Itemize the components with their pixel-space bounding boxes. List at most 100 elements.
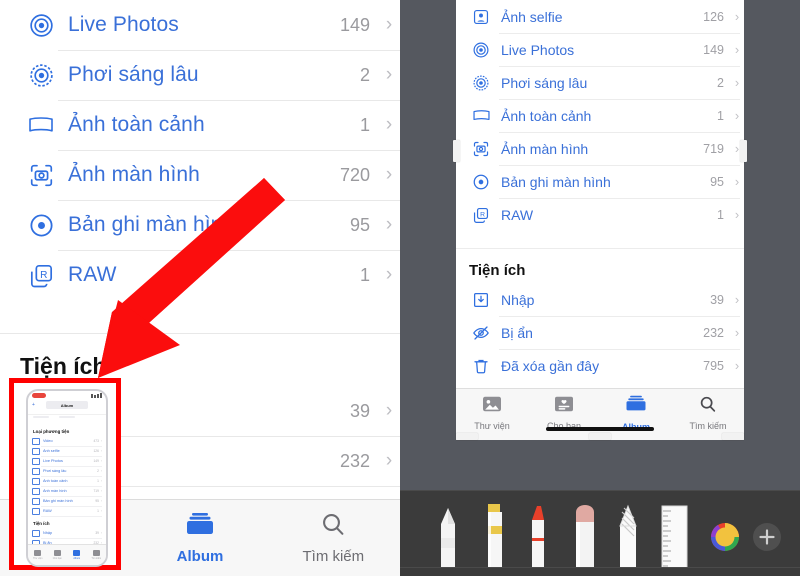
ruler-tool[interactable] — [661, 505, 688, 568]
tab-albums[interactable]: Album — [133, 511, 266, 565]
live-photos-icon — [470, 41, 492, 59]
album-row-raw[interactable]: R RAW 1 › — [0, 250, 400, 300]
markup-tools-row — [441, 504, 781, 568]
chevron-right-icon: › — [385, 14, 393, 35]
album-label: RAW — [501, 206, 534, 223]
tab-for-you[interactable]: Cho bạn — [528, 395, 600, 431]
crop-handle-bottom-center[interactable] — [589, 433, 611, 440]
import-icon — [470, 291, 492, 309]
album-row-import[interactable]: Nhập 39 › — [456, 283, 744, 316]
inset-list-item[interactable]: Ảnh selfie 126 › — [28, 446, 106, 456]
inset-label: Phơi sáng lâu — [43, 469, 67, 473]
album-row-selfies[interactable]: Ảnh selfie 126 › — [456, 0, 744, 33]
album-row-screen-recordings[interactable]: Bản ghi màn hình 95 › — [0, 200, 400, 250]
album-row-panorama[interactable]: Ảnh toàn cảnh 1 › — [456, 99, 744, 132]
inset-label: Nhập — [43, 531, 53, 535]
album-count: 795 — [703, 358, 724, 373]
color-wheel-button[interactable] — [711, 523, 739, 551]
inset-tab-for-you[interactable]: Cho bạn — [48, 550, 68, 560]
album-row-raw[interactable]: R RAW 1 › — [456, 198, 744, 231]
inset-label: Video — [43, 439, 53, 443]
chevron-right-icon: › — [100, 479, 102, 483]
add-tool-button[interactable] — [753, 523, 781, 551]
tab-search[interactable]: Tìm kiếm — [672, 395, 744, 431]
pen-tool[interactable] — [441, 508, 455, 568]
markup-tool-tray — [400, 490, 800, 576]
album-row-panorama[interactable]: Ảnh toàn cảnh 1 › — [0, 100, 400, 150]
inset-tab-library[interactable]: Thư viện — [28, 550, 48, 560]
inset-label: Bản ghi màn hình — [43, 499, 73, 503]
eraser-tool[interactable] — [576, 505, 594, 568]
album-row-hidden[interactable]: Bị ẩn 232 › — [456, 316, 744, 349]
tab-label: Tìm kiếm — [689, 421, 727, 431]
marker-tool[interactable] — [532, 506, 544, 568]
crop-handle-bottom-left[interactable] — [456, 433, 478, 440]
album-row-live-photos[interactable]: Live Photos 149 › — [456, 33, 744, 66]
inset-list-item[interactable]: Live Photos 149 › — [28, 456, 106, 466]
chevron-right-icon: › — [734, 42, 740, 57]
album-label: Bản ghi màn hình — [501, 173, 611, 190]
album-row-screen-recordings[interactable]: Bản ghi màn hình 95 › — [456, 165, 744, 198]
chevron-right-icon: › — [385, 450, 393, 471]
album-label: Live Photos — [501, 41, 575, 58]
tab-label: Thư viện — [474, 421, 510, 431]
chevron-right-icon: › — [100, 489, 102, 493]
recording-indicator-icon — [32, 393, 46, 398]
section-gap — [0, 300, 400, 334]
search-icon — [92, 550, 100, 556]
markup-canvas-image[interactable]: Ảnh selfie 126 › Live Photos 149 › Phơi … — [456, 0, 744, 440]
media-icon — [32, 437, 40, 445]
inset-tab-albums[interactable]: Album — [67, 550, 87, 560]
inset-list-item[interactable]: Video 473 › — [28, 436, 106, 446]
chevron-right-icon: › — [734, 108, 740, 123]
album-label: Bị ẩn — [501, 324, 533, 341]
chevron-right-icon: › — [734, 292, 740, 307]
hidden-icon — [470, 324, 492, 342]
album-row-long-exposure[interactable]: Phơi sáng lâu 2 › — [456, 66, 744, 99]
album-label: Live Photos — [68, 13, 179, 36]
library-icon — [481, 395, 503, 418]
inset-tab-label: Cho bạn — [52, 557, 62, 560]
album-count: 720 — [339, 164, 370, 185]
inset-list-item[interactable]: Ảnh toàn cảnh 1 › — [28, 476, 106, 486]
album-row-screenshots[interactable]: Ảnh màn hình 719 › — [456, 132, 744, 165]
inset-tab-label: Tìm kiếm — [91, 557, 102, 560]
inset-list-item[interactable]: Phơi sáng lâu 2 › — [28, 466, 106, 476]
inset-tab-bar: Thư viện Cho bạn Album Tìm kiếm — [28, 544, 106, 565]
albums-icon — [184, 511, 216, 543]
album-label: Ảnh selfie — [501, 8, 563, 25]
chevron-right-icon: › — [385, 114, 393, 135]
album-row-long-exposure[interactable]: Phơi sáng lâu 2 › — [0, 50, 400, 100]
screenshot-icon — [470, 140, 492, 158]
album-row-screenshots[interactable]: Ảnh màn hình 720 › — [0, 150, 400, 200]
inset-status-bar — [28, 391, 106, 400]
chevron-right-icon: › — [734, 207, 740, 222]
album-label: Phơi sáng lâu — [68, 63, 199, 86]
tab-search[interactable]: Tìm kiếm — [267, 511, 400, 565]
inset-label: Ảnh màn hình — [43, 489, 67, 493]
album-count: 95 — [710, 174, 724, 189]
highlighter-tool[interactable] — [488, 504, 502, 568]
utility-icon — [32, 529, 40, 537]
albums-icon — [73, 550, 81, 556]
screen-recording-icon — [24, 212, 58, 239]
screen-recording-icon — [470, 173, 492, 191]
inset-list-item[interactable]: Bản ghi màn hình 95 › — [28, 496, 106, 506]
chevron-right-icon: › — [100, 509, 102, 513]
album-row-live-photos[interactable]: Live Photos 149 › — [0, 0, 400, 50]
crop-handle-bottom-right[interactable] — [722, 433, 744, 440]
crop-handle-right[interactable] — [740, 140, 747, 162]
crop-handle-left[interactable] — [453, 140, 460, 162]
inset-list-item[interactable]: Ảnh màn hình 719 › — [28, 486, 106, 496]
tab-library[interactable]: Thư viện — [456, 395, 528, 431]
inset-list-item[interactable]: RAW 1 › — [28, 506, 106, 516]
inset-tab-search[interactable]: Tìm kiếm — [87, 550, 107, 560]
inset-label: RAW — [43, 509, 52, 513]
panorama-icon — [24, 111, 58, 139]
album-count: 149 — [339, 14, 370, 35]
media-icon — [32, 467, 40, 475]
svg-text:R: R — [40, 269, 47, 280]
inset-list-item[interactable]: Nhập 39 › — [28, 528, 106, 538]
lasso-tool[interactable] — [619, 504, 637, 568]
album-row-recently-deleted[interactable]: Đã xóa gần đây 795 › — [456, 349, 744, 382]
